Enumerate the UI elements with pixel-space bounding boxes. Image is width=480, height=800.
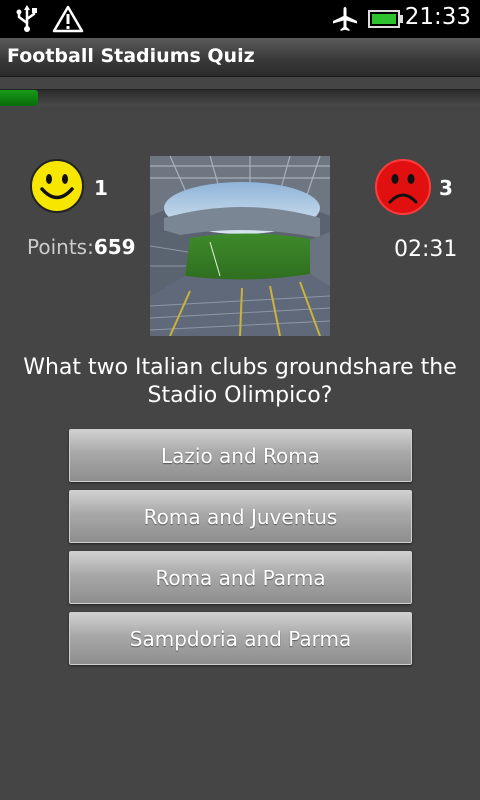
usb-icon	[14, 5, 40, 37]
answer-button-1[interactable]: Lazio and Roma	[69, 429, 412, 482]
status-clock: 21:33	[404, 4, 471, 30]
wrong-count: 3	[439, 176, 453, 200]
correct-count: 1	[94, 176, 108, 200]
points-value: 659	[93, 235, 136, 259]
app-title: Football Stadiums Quiz	[7, 45, 255, 67]
airplane-mode-icon	[331, 5, 359, 37]
battery-icon	[368, 10, 404, 32]
sad-face-icon	[374, 158, 432, 220]
points-label: Points:	[27, 235, 94, 259]
smiley-face-icon	[29, 158, 85, 218]
answer-button-4[interactable]: Sampdoria and Parma	[69, 612, 412, 665]
answer-button-3[interactable]: Roma and Parma	[69, 551, 412, 604]
quiz-progress-fill	[0, 90, 39, 106]
question-text: What two Italian clubs groundshare the S…	[23, 355, 457, 408]
quiz-progress-bar	[0, 89, 480, 106]
countdown-timer: 02:31	[394, 237, 458, 262]
status-bar: 21:33	[0, 0, 480, 38]
points-display: Points:659	[27, 235, 136, 259]
app-title-bar: Football Stadiums Quiz	[0, 38, 480, 77]
stadium-image	[150, 156, 330, 336]
warning-icon	[52, 5, 84, 37]
answer-button-2[interactable]: Roma and Juventus	[69, 490, 412, 543]
